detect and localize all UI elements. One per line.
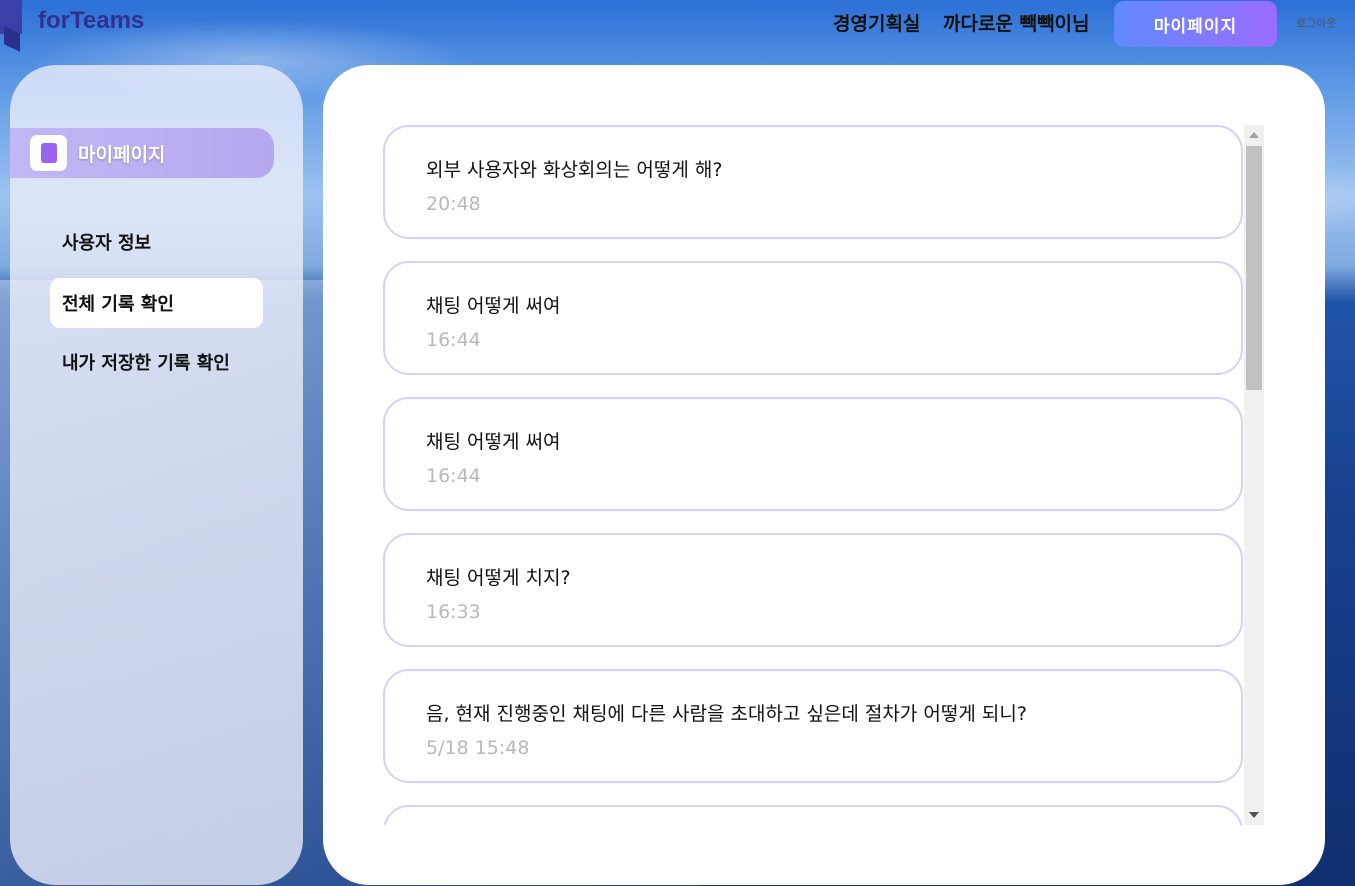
history-item-time: 16:44	[426, 329, 481, 351]
user-name-label: 까다로운 빽빽이님	[943, 13, 1090, 35]
history-item[interactable]: 채팅 어떻게 치지? 16:33	[383, 533, 1243, 647]
mypage-button[interactable]: 마이페이지	[1114, 1, 1277, 47]
history-item-text: 채팅 어떻게 써여	[426, 295, 561, 317]
history-item-text: 채팅 어떻게 써여	[426, 431, 561, 453]
history-item-text: 음, 현재 진행중인 채팅에 다른 사람을 초대하고 싶은데 절차가 어떻게 되…	[426, 703, 1027, 725]
history-item-time: 5/18 15:48	[426, 737, 530, 759]
history-item[interactable]: 음, 현재 진행중인 채팅에 다른 사람을 초대하고 싶은데 절차가 어떻게 되…	[383, 669, 1243, 783]
logo[interactable]: forTeams	[0, 0, 145, 52]
history-item[interactable]: 외부 사용자와 화상회의는 어떻게 해? 20:48	[383, 125, 1243, 239]
history-item-text: 채팅 어떻게 치지?	[426, 567, 571, 589]
history-item-text: 외부 사용자와 화상회의는 어떻게 해?	[426, 159, 723, 181]
sidebar: 마이페이지 사용자 정보 전체 기록 확인 내가 저장한 기록 확인	[10, 65, 303, 885]
sidebar-item-user-info[interactable]: 사용자 정보	[50, 217, 263, 267]
history-item-time: 20:48	[426, 193, 481, 215]
sidebar-title: 마이페이지	[78, 144, 166, 166]
history-item-time: 16:33	[426, 601, 481, 623]
arrow-down-icon[interactable]	[1249, 812, 1259, 818]
history-item[interactable]	[383, 805, 1243, 825]
sidebar-item-saved-history[interactable]: 내가 저장한 기록 확인	[50, 337, 263, 387]
history-list: 외부 사용자와 화상회의는 어떻게 해? 20:48 채팅 어떻게 써여 16:…	[383, 125, 1245, 825]
scrollbar-thumb[interactable]	[1246, 146, 1262, 390]
arrow-up-icon[interactable]	[1249, 132, 1259, 138]
sidebar-item-all-history[interactable]: 전체 기록 확인	[50, 278, 263, 328]
history-item-time: 16:44	[426, 465, 481, 487]
department-label: 경영기획실	[833, 13, 921, 35]
mypage-book-icon	[30, 135, 67, 171]
history-scrollbar[interactable]	[1244, 125, 1264, 825]
history-item[interactable]: 채팅 어떻게 써여 16:44	[383, 261, 1243, 375]
sidebar-header: 마이페이지	[10, 128, 274, 178]
history-item[interactable]: 채팅 어떻게 써여 16:44	[383, 397, 1243, 511]
logout-link[interactable]: 로그아웃	[1296, 15, 1336, 31]
main-panel: 외부 사용자와 화상회의는 어떻게 해? 20:48 채팅 어떻게 써여 16:…	[323, 65, 1325, 885]
brand-name: forTeams	[38, 7, 145, 34]
logo-icon	[0, 0, 30, 52]
